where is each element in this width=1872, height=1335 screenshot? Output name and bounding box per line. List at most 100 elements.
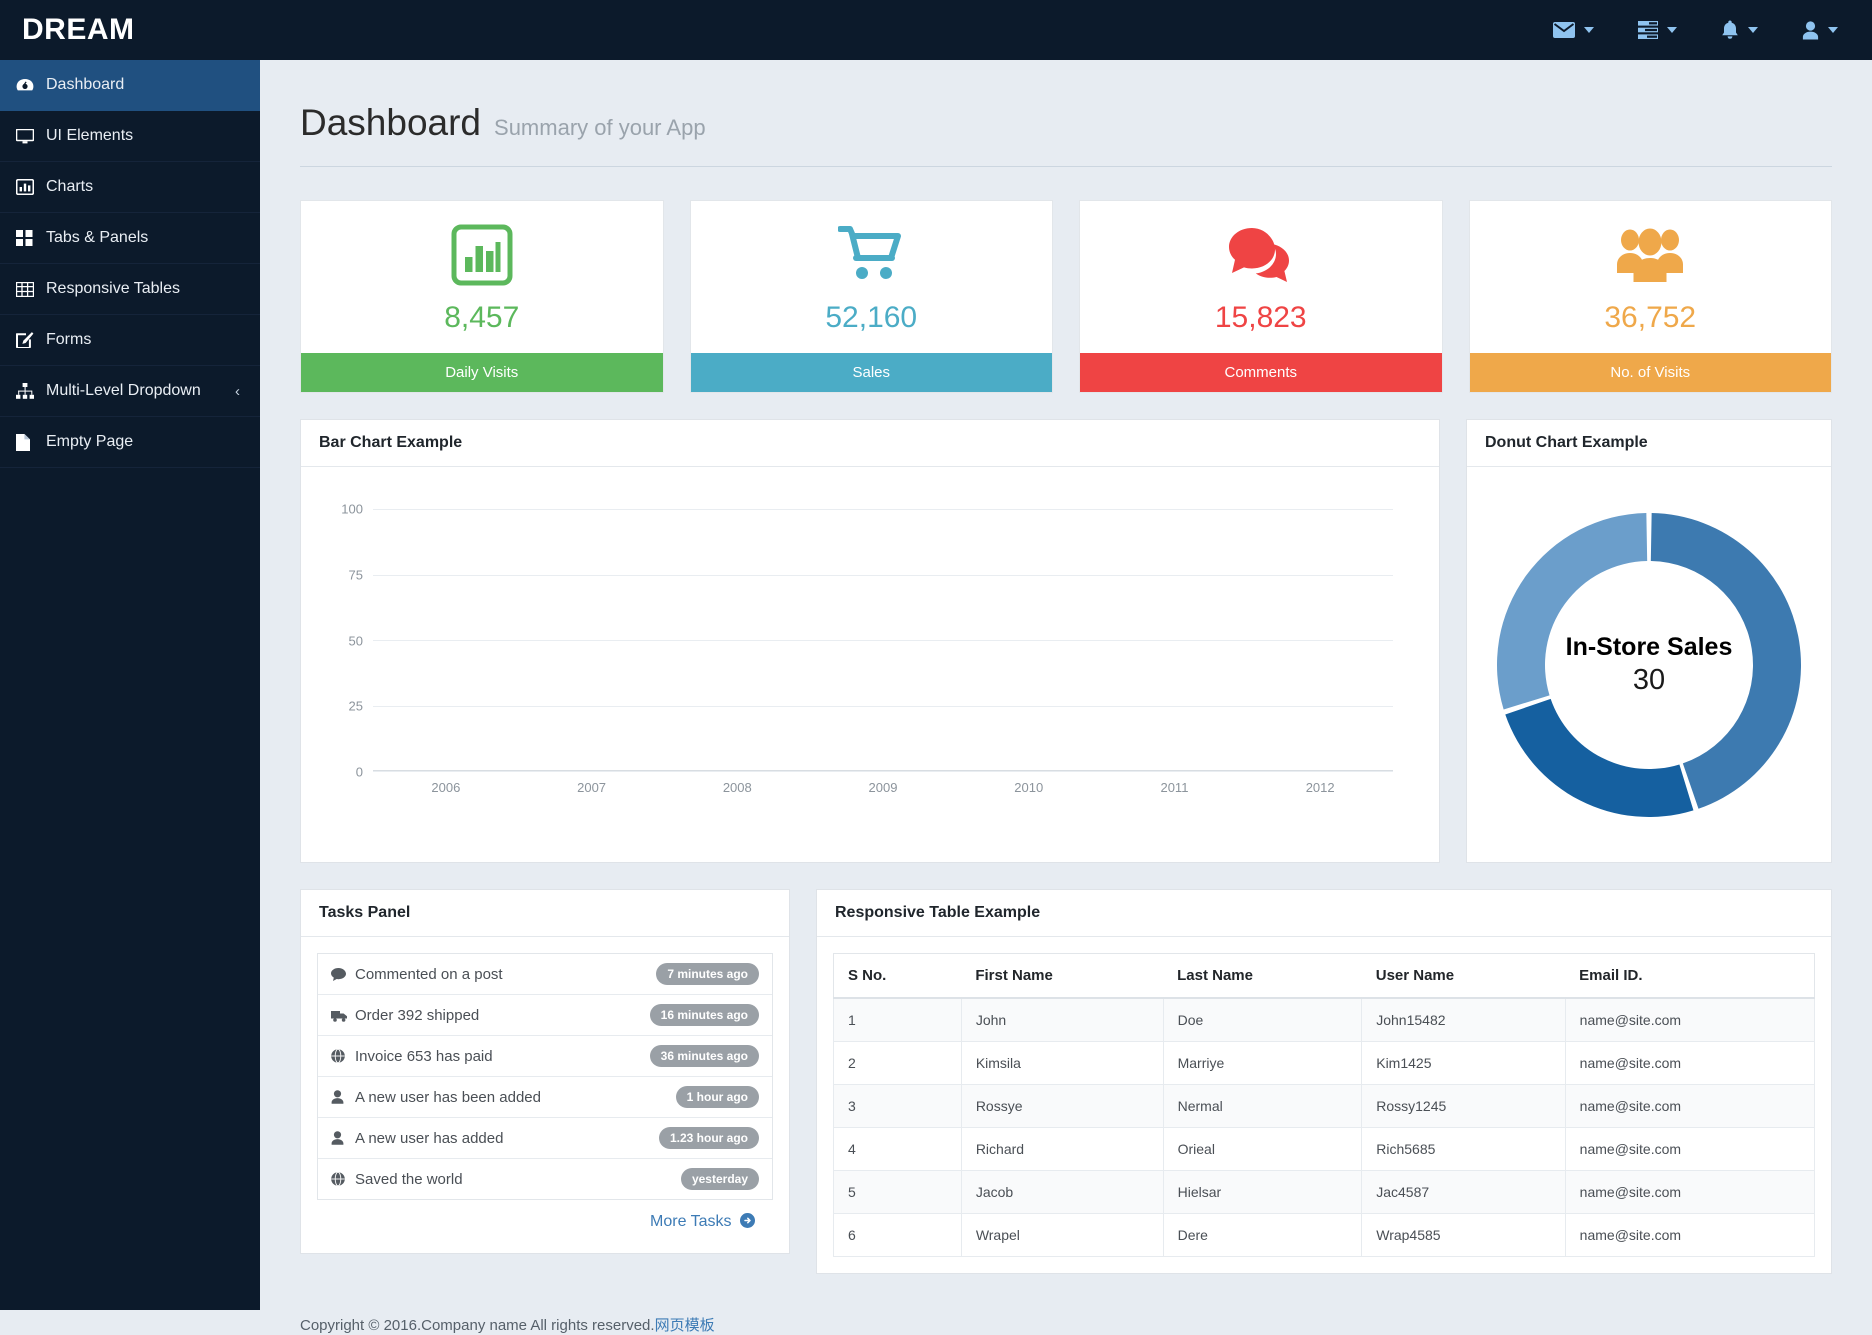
tasks-dropdown[interactable] [1638, 21, 1677, 39]
table-row: 6WrapelDereWrap4585name@site.com [834, 1214, 1815, 1257]
table-cell: Rossy1245 [1362, 1085, 1565, 1128]
task-item[interactable]: Commented on a post7 minutes ago [318, 954, 772, 995]
table-cell: Richard [961, 1128, 1163, 1171]
comments-icon [1228, 201, 1294, 287]
table-cell: name@site.com [1565, 1085, 1814, 1128]
donut-chart-body: In-Store Sales 30 [1467, 467, 1831, 862]
sidebar-item-label: Forms [46, 331, 260, 349]
user-icon [331, 1131, 355, 1145]
task-time-badge: 36 minutes ago [650, 1045, 759, 1067]
table-header-row: S No.First NameLast NameUser NameEmail I… [834, 954, 1815, 999]
sidebar-item-dashboard[interactable]: Dashboard [0, 60, 260, 111]
task-item[interactable]: Saved the worldyesterday [318, 1159, 772, 1199]
file-icon [16, 434, 46, 451]
task-item[interactable]: A new user has been added1 hour ago [318, 1077, 772, 1118]
more-tasks-link[interactable]: More Tasks [317, 1200, 773, 1237]
users-icon [1616, 201, 1684, 287]
table-cell: Doe [1163, 998, 1362, 1042]
table-cell: Wrapel [961, 1214, 1163, 1257]
sidebar-item-label: Multi-Level Dropdown [46, 382, 235, 400]
stat-card-sales[interactable]: 52,160 Sales [690, 200, 1054, 393]
table-row: 5JacobHielsarJac4587name@site.com [834, 1171, 1815, 1214]
stat-card-daily-visits[interactable]: 8,457 Daily Visits [300, 200, 664, 393]
sidebar-item-forms[interactable]: Forms [0, 315, 260, 366]
sidebar-item-label: Tabs & Panels [46, 229, 260, 247]
sitemap-icon [16, 383, 46, 399]
task-list: Commented on a post7 minutes agoOrder 39… [317, 953, 773, 1200]
table-cell: John [961, 998, 1163, 1042]
task-item[interactable]: A new user has added1.23 hour ago [318, 1118, 772, 1159]
chevron-left-icon: ‹ [235, 383, 260, 400]
donut-segment[interactable] [1651, 513, 1801, 809]
stat-value: 52,160 [825, 287, 917, 353]
table-row: 2KimsilaMarriyeKim1425name@site.com [834, 1042, 1815, 1085]
tasks-icon [1638, 21, 1658, 39]
chevron-down-icon [1667, 27, 1677, 33]
bar-chart-panel: Bar Chart Example 0255075100 20062007200… [300, 419, 1440, 863]
user-icon [1802, 21, 1819, 40]
task-text: A new user has added [355, 1130, 659, 1147]
sidebar-item-responsive-tables[interactable]: Responsive Tables [0, 264, 260, 315]
table-cell: 4 [834, 1128, 962, 1171]
main-content: Dashboard Summary of your App 8,457 Dail… [260, 60, 1872, 1310]
gridline: 0 [373, 771, 1393, 772]
notifications-dropdown[interactable] [1721, 20, 1758, 40]
task-time-badge: 7 minutes ago [656, 963, 759, 985]
messages-dropdown[interactable] [1553, 22, 1594, 38]
table-column-header: First Name [961, 954, 1163, 999]
task-item[interactable]: Invoice 653 has paid36 minutes ago [318, 1036, 772, 1077]
table-cell: Rich5685 [1362, 1128, 1565, 1171]
chart-bar-box-icon [451, 201, 513, 287]
table-column-header: Last Name [1163, 954, 1362, 999]
stat-cards: 8,457 Daily Visits 52,160 Sales 15,823 C… [300, 200, 1832, 393]
bar-chart-panel-title: Bar Chart Example [301, 420, 1439, 467]
sidebar-item-label: UI Elements [46, 127, 260, 145]
sidebar-item-tabs-panels[interactable]: Tabs & Panels [0, 213, 260, 264]
tasks-panel-title: Tasks Panel [301, 890, 789, 937]
table-cell: Rossye [961, 1085, 1163, 1128]
stat-value: 36,752 [1604, 287, 1696, 353]
sidebar-item-ui-elements[interactable]: UI Elements [0, 111, 260, 162]
table-cell: 6 [834, 1214, 962, 1257]
bar-chart: 0255075100 2006200720082009201020112012 [321, 509, 1421, 809]
user-icon [331, 1090, 355, 1104]
y-axis-tick-label: 100 [341, 502, 363, 517]
table-cell: Wrap4585 [1362, 1214, 1565, 1257]
sidebar-item-label: Responsive Tables [46, 280, 260, 298]
table-panel-title: Responsive Table Example [817, 890, 1831, 937]
task-item[interactable]: Order 392 shipped16 minutes ago [318, 995, 772, 1036]
donut-chart-svg [1489, 505, 1809, 825]
page-header: Dashboard Summary of your App [300, 102, 1832, 167]
task-time-badge: 1 hour ago [676, 1086, 759, 1108]
stat-card-comments[interactable]: 15,823 Comments [1079, 200, 1443, 393]
sidebar-item-empty-page[interactable]: Empty Page [0, 417, 260, 468]
account-dropdown[interactable] [1802, 21, 1838, 40]
shopping-cart-icon [838, 201, 904, 287]
donut-segment[interactable] [1497, 513, 1647, 709]
bar-chart-bars [373, 509, 1393, 771]
sidebar-item-label: Empty Page [46, 433, 260, 451]
sidebar-item-multi-level-dropdown[interactable]: Multi-Level Dropdown ‹ [0, 366, 260, 417]
table-head: S No.First NameLast NameUser NameEmail I… [834, 954, 1815, 999]
brand-logo[interactable]: DREAM [0, 13, 260, 47]
donut-segment[interactable] [1505, 698, 1693, 816]
tasks-panel: Tasks Panel Commented on a post7 minutes… [300, 889, 790, 1254]
table-cell: 2 [834, 1042, 962, 1085]
x-axis-tick-label: 2012 [1247, 780, 1393, 795]
truck-icon [331, 1009, 355, 1022]
footer-link[interactable]: 网页模板 [655, 1317, 715, 1334]
sidebar-item-charts[interactable]: Charts [0, 162, 260, 213]
chevron-down-icon [1828, 27, 1838, 33]
y-axis-tick-label: 25 [349, 699, 363, 714]
top-navbar: DREAM [0, 0, 1872, 60]
table-panel-body: S No.First NameLast NameUser NameEmail I… [817, 937, 1831, 1273]
x-axis-tick-label: 2009 [810, 780, 956, 795]
stat-label: Sales [691, 353, 1053, 392]
table-cell: name@site.com [1565, 1214, 1814, 1257]
table-cell: 5 [834, 1171, 962, 1214]
y-axis-tick-label: 0 [356, 765, 363, 780]
stat-card-no-of-visits[interactable]: 36,752 No. of Visits [1469, 200, 1833, 393]
stat-label: Comments [1080, 353, 1442, 392]
stat-label: No. of Visits [1470, 353, 1832, 392]
table-cell: Dere [1163, 1214, 1362, 1257]
